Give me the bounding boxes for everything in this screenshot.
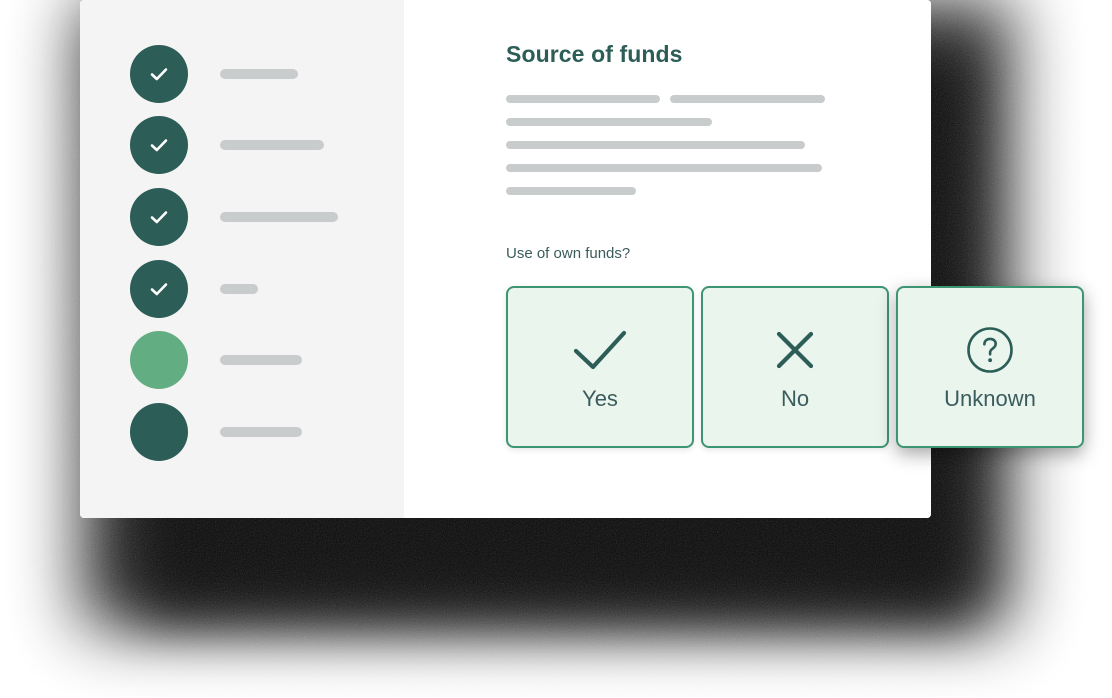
screenshot-stage: Source of funds Use of own funds? Yes No… — [0, 0, 1112, 698]
skeleton-line — [506, 187, 931, 210]
option-label: Yes — [582, 386, 618, 411]
question-label: Use of own funds? — [506, 245, 631, 262]
step-label-placeholder — [220, 211, 338, 222]
skeleton-segment — [506, 187, 636, 195]
check-icon — [150, 282, 168, 295]
sidebar-step-4[interactable] — [80, 253, 404, 325]
skeleton-segment — [506, 95, 660, 103]
option-label: Unknown — [944, 386, 1036, 411]
check-icon — [573, 330, 627, 370]
question-circle-icon — [967, 327, 1013, 373]
step-status-dot — [130, 187, 188, 246]
option-yes-button[interactable]: Yes — [506, 286, 694, 448]
check-icon — [150, 211, 168, 224]
step-label-placeholder — [220, 68, 298, 79]
skeleton-segment — [670, 95, 825, 103]
step-label-placeholder — [220, 140, 324, 151]
skeleton-segment — [506, 164, 822, 172]
step-status-dot — [130, 402, 188, 461]
close-icon — [776, 331, 814, 369]
step-status-dot — [130, 331, 188, 390]
option-icon-wrap — [570, 322, 630, 378]
sidebar-step-5[interactable] — [80, 324, 404, 396]
skeleton-line — [506, 95, 931, 118]
step-label-placeholder — [220, 426, 302, 437]
skeleton-segment — [506, 118, 712, 126]
sidebar-step-3[interactable] — [80, 181, 404, 253]
step-label-placeholder — [220, 283, 258, 294]
step-status-dot — [130, 44, 188, 103]
option-icon-wrap — [772, 322, 818, 378]
check-icon — [150, 139, 168, 152]
step-label-placeholder — [220, 355, 302, 366]
check-icon — [150, 67, 168, 81]
step-status-dot — [130, 259, 188, 318]
option-unknown-wrapper: Unknown — [896, 286, 1084, 448]
step-status-dot — [130, 116, 188, 175]
step-sidebar — [80, 0, 404, 518]
option-no-button[interactable]: No — [701, 286, 889, 448]
skeleton-line — [506, 164, 931, 187]
option-icon-wrap — [965, 322, 1015, 378]
sidebar-step-6[interactable] — [80, 396, 404, 468]
option-button-group: Yes No — [506, 286, 889, 448]
option-unknown-button[interactable]: Unknown — [896, 286, 1084, 448]
wizard-card: Source of funds Use of own funds? Yes No — [80, 0, 931, 518]
sidebar-step-2[interactable] — [80, 110, 404, 182]
option-label: No — [780, 386, 810, 411]
skeleton-line — [506, 118, 931, 141]
main-panel: Source of funds Use of own funds? Yes No — [404, 0, 931, 518]
sidebar-step-1[interactable] — [80, 38, 404, 110]
skeleton-segment — [506, 141, 805, 149]
body-text-skeleton — [506, 95, 931, 210]
skeleton-line — [506, 141, 931, 164]
page-title: Source of funds — [506, 41, 683, 67]
